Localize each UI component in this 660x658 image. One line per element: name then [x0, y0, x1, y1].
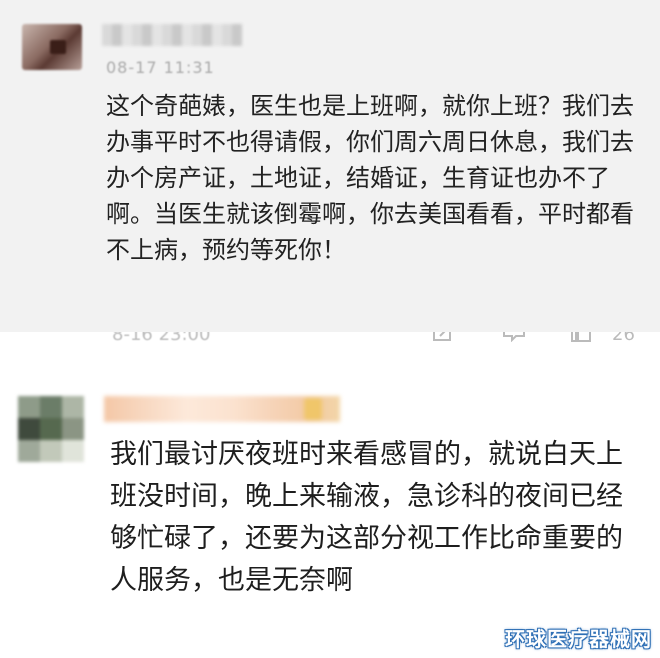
- comment-card: 我们最讨厌夜班时来看感冒的，就说白天上班没时间，晚上来输液，急诊科的夜间已经够忙…: [0, 378, 660, 658]
- comment-icon[interactable]: [502, 332, 525, 343]
- watermark-logo: 环球医疗器械网: [505, 627, 652, 651]
- edit-icon[interactable]: [432, 332, 454, 342]
- comment-text: 我们最讨厌夜班时来看感冒的，就说白天上班没时间，晚上来输液，急诊科的夜间已经够忙…: [110, 439, 623, 596]
- comment-card: 08-17 11:31 这个奇葩婊，医生也是上班啊，就你上班？我们去办事平时不也…: [0, 0, 660, 332]
- comment-timestamp: 08-17 11:31: [106, 58, 215, 77]
- meta-timestamp: 8-16 23:00: [112, 332, 211, 345]
- username-blurred[interactable]: [104, 396, 340, 422]
- like-count: 26: [612, 332, 635, 345]
- avatar[interactable]: [18, 396, 84, 462]
- comment-text: 这个奇葩婊，医生也是上班啊，就你上班？我们去办事平时不也得请假，你们周六周日休息…: [106, 92, 634, 264]
- avatar[interactable]: [22, 24, 82, 70]
- username-blurred[interactable]: [102, 24, 242, 46]
- comment-meta-bar: 8-16 23:00 26: [0, 332, 660, 360]
- like-icon[interactable]: [570, 332, 592, 342]
